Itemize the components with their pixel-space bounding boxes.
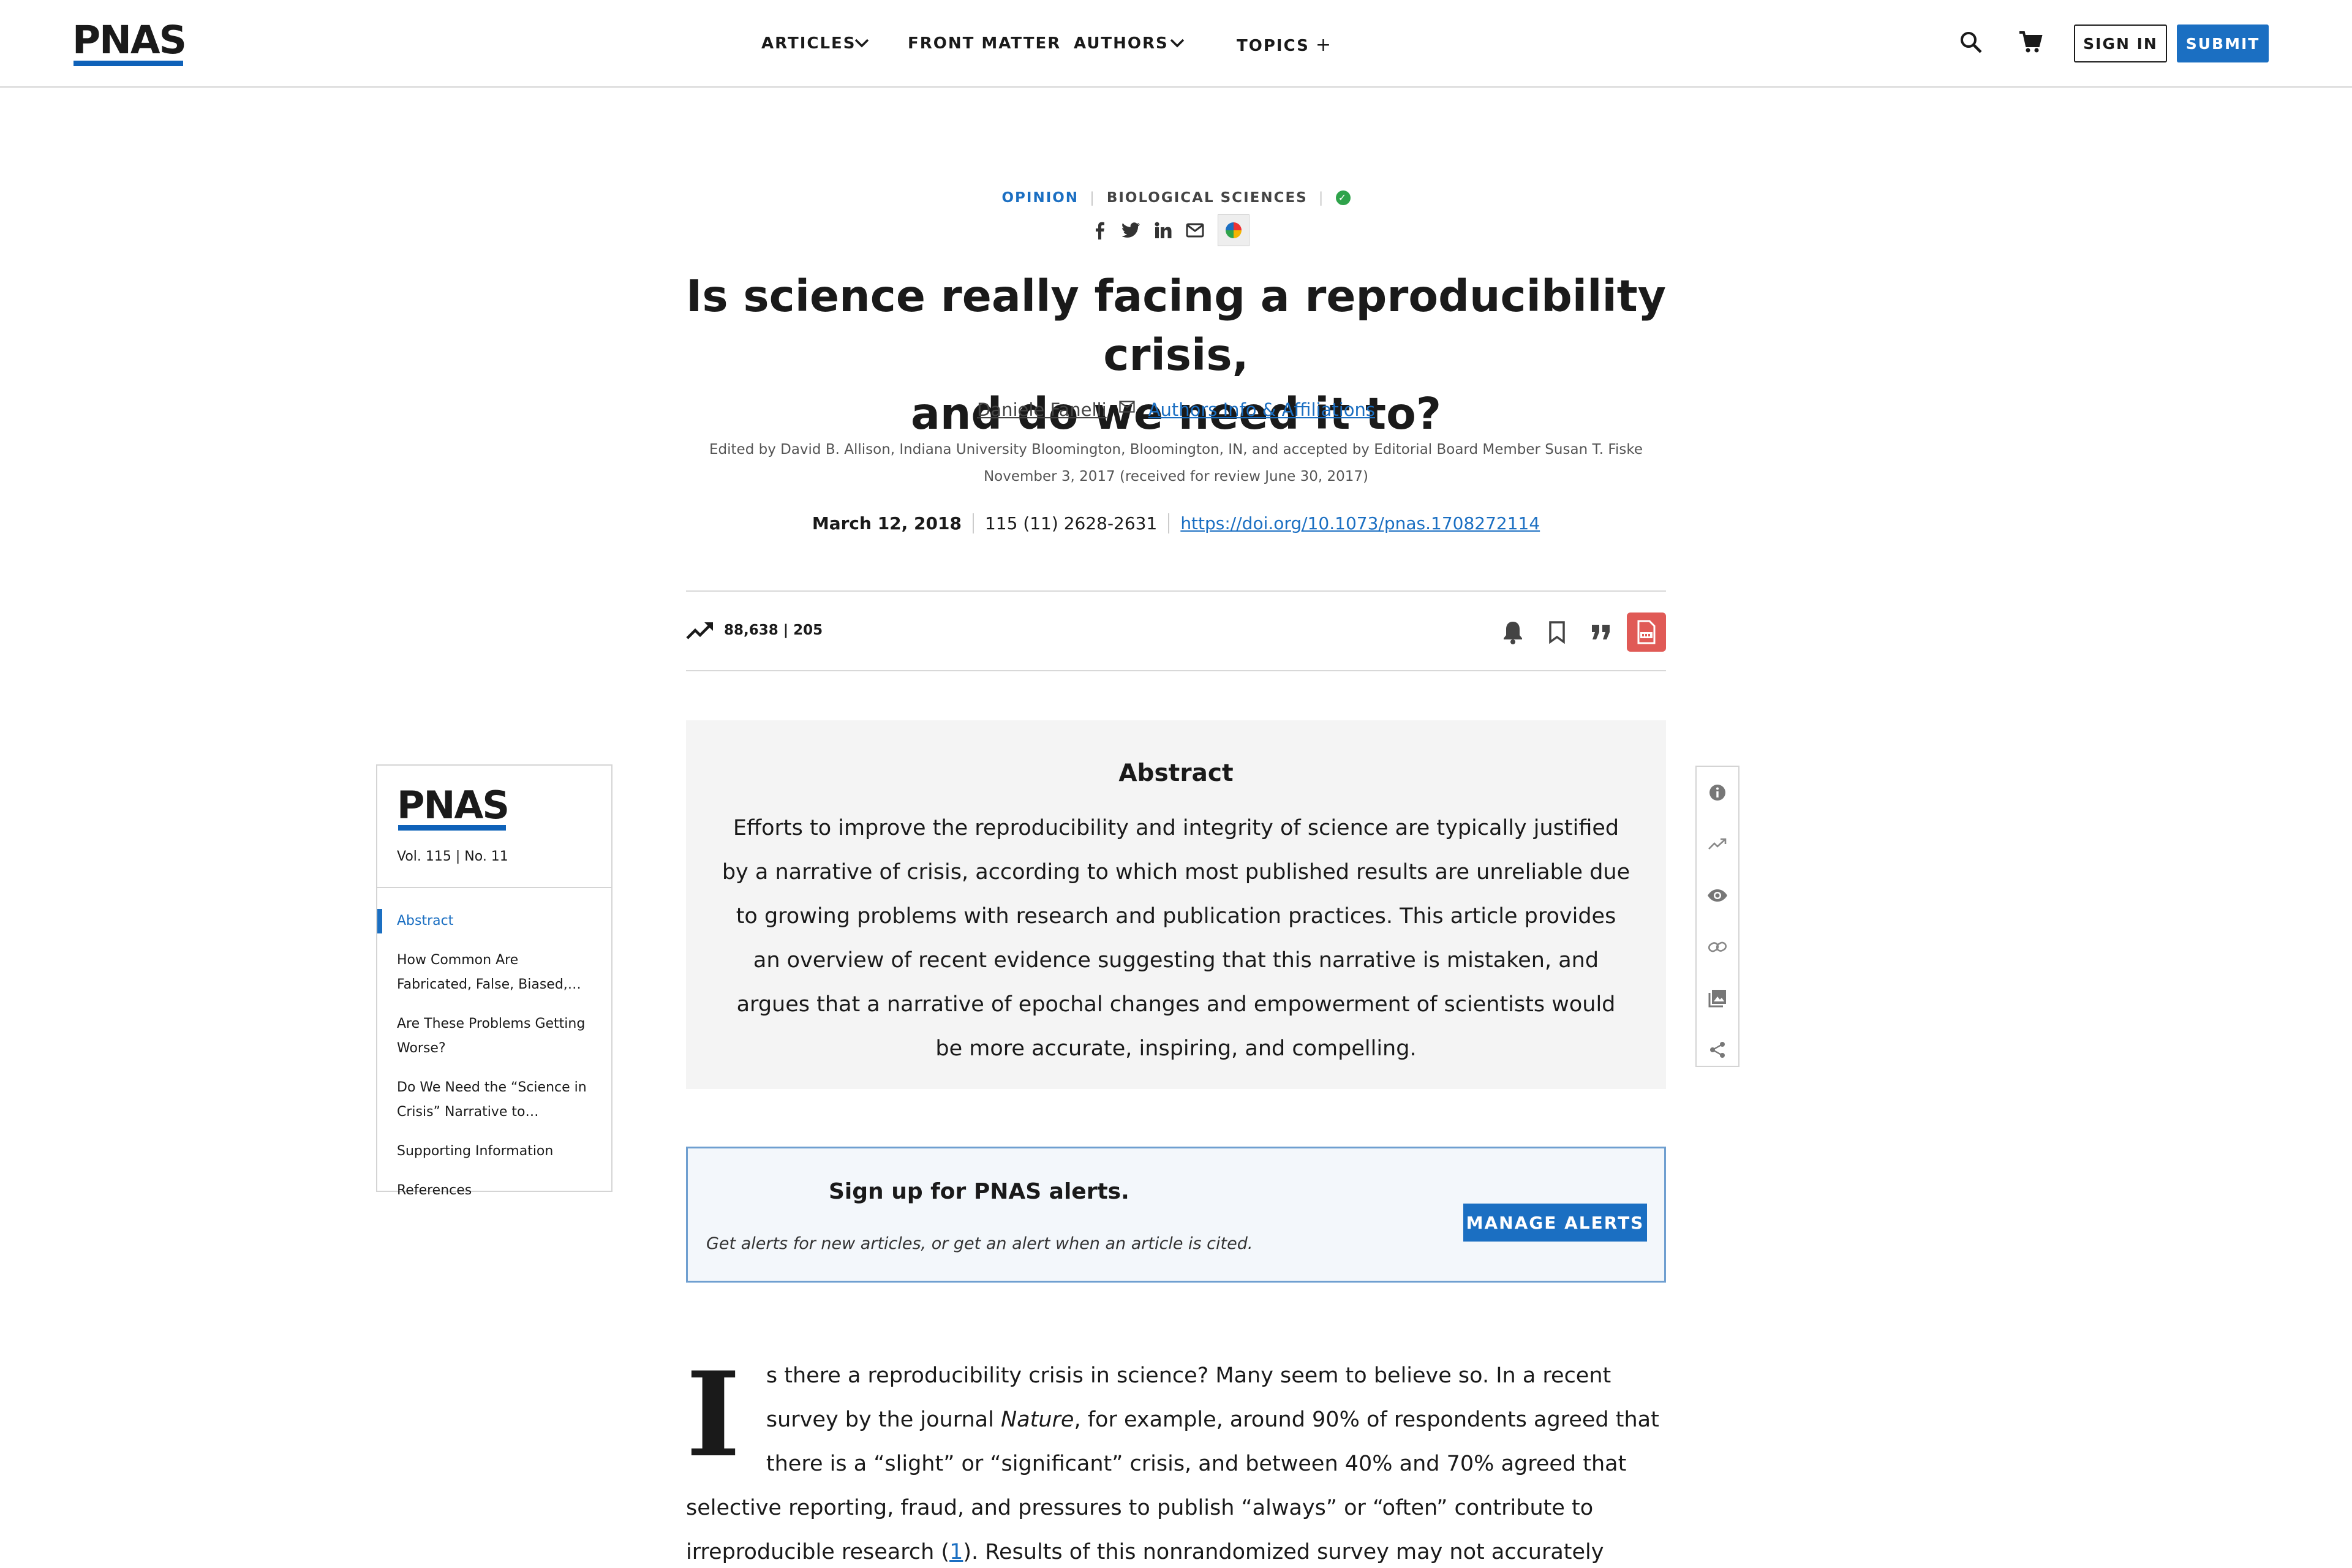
nav-articles[interactable]: ARTICLES [761,34,856,53]
separator: | [1090,190,1096,206]
publication-date: March 12, 2018 [812,513,962,533]
toc-item-references[interactable]: References [377,1171,611,1210]
issue-info[interactable]: Vol. 115 | No. 11 [397,849,508,864]
trending-icon[interactable] [686,619,714,643]
doi-link[interactable]: https://doi.org/10.1073/pnas.1708272114 [1168,513,1540,533]
chevron-down-icon[interactable] [853,36,871,50]
toc-item-abstract[interactable]: Abstract [377,902,611,941]
toc-item-label: Supporting Information [397,1144,554,1159]
nav-authors[interactable]: AUTHORS [1074,34,1169,53]
publication-info: March 12, 2018 115 (11) 2628-2631 https:… [796,513,1556,533]
email-icon[interactable] [1186,221,1204,239]
bell-icon[interactable] [1496,615,1530,649]
journal-name: Nature [1000,1408,1074,1432]
category-opinion[interactable]: OPINION [1001,190,1079,206]
alerts-signup-box: Sign up for PNAS alerts. Get alerts for … [686,1147,1666,1283]
alerts-description: Get alerts for new articles, or get an a… [706,1234,1253,1253]
authors-info-link[interactable]: Authors Info & Affiliations [1148,399,1375,420]
toc-item-getting-worse[interactable]: Are These Problems Getting Worse? [377,1005,611,1068]
share-icon[interactable] [1697,1024,1738,1076]
bookmark-icon[interactable] [1540,615,1574,649]
nav-topics[interactable]: TOPICS + [1237,34,1332,56]
quote-icon[interactable] [1584,615,1618,649]
toc-item-fabricated[interactable]: How Common Are Fabricated, False, Biased… [377,941,611,1005]
check-icon: ✓ [1335,190,1351,205]
divider [377,887,611,888]
article-tools-panel [1695,766,1740,1067]
manage-alerts-button[interactable]: MANAGE ALERTS [1463,1204,1647,1242]
logo-text: PNAS [397,783,510,827]
abstract-text: Efforts to improve the reproducibility a… [722,816,1630,1061]
toc-item-label: How Common Are Fabricated, False, Biased… [397,952,581,992]
images-icon[interactable] [1697,973,1738,1024]
edited-by-note: Edited by David B. Allison, Indiana Univ… [709,442,1643,484]
toc-item-label: Do We Need the “Science in Crisis” Narra… [397,1080,587,1120]
article-metrics-bar: 88,638 | 205 [686,590,1666,671]
link-icon[interactable] [1697,921,1738,973]
submit-button[interactable]: SUBMIT [2177,24,2269,62]
plus-icon: + [1315,34,1332,56]
reference-link[interactable]: 1 [949,1540,963,1564]
pdf-icon[interactable] [1627,612,1666,652]
article-body-paragraph: Is there a reproducibility crisis in sci… [686,1354,1666,1568]
logo-underline [74,61,184,66]
toc-item-crisis-narrative[interactable]: Do We Need the “Science in Crisis” Narra… [377,1068,611,1132]
search-icon[interactable] [1956,27,1986,58]
toc-item-label: Are These Problems Getting Worse? [397,1016,586,1056]
nav-front-matter[interactable]: FRONT MATTER [908,34,1061,53]
linkedin-icon[interactable] [1154,221,1172,239]
chevron-down-icon[interactable] [1168,36,1186,50]
logo-text: PNAS [72,18,187,62]
info-icon[interactable] [1697,767,1738,818]
facebook-icon[interactable] [1090,221,1109,239]
trending-icon[interactable] [1697,818,1738,870]
toc-item-supporting-information[interactable]: Supporting Information [377,1132,611,1171]
volume-pages: 115 (11) 2628-2631 [972,513,1168,533]
toc-item-label: Abstract [397,913,454,929]
sign-in-button[interactable]: SIGN IN [2074,24,2167,62]
drop-cap: I [686,1346,741,1483]
logo-underline [398,825,506,831]
email-icon[interactable] [1119,396,1136,413]
article-title-line-1: Is science really facing a reproducibili… [685,271,1667,380]
article-category-line: OPINION | BIOLOGICAL SCIENCES | ✓ [992,190,1360,206]
share-links [1090,214,1250,246]
crossmark-icon [1226,222,1242,238]
eye-icon[interactable] [1697,870,1738,921]
toc-list: Abstract How Common Are Fabricated, Fals… [377,902,611,1210]
table-of-contents-panel: PNAS Vol. 115 | No. 11 Abstract How Comm… [376,764,612,1198]
abstract-section: Abstract Efforts to improve the reproduc… [686,720,1666,1089]
separator: | [1318,190,1325,206]
author-line: Daniele Fanelli Authors Info & Affiliati… [796,399,1556,420]
twitter-icon[interactable] [1122,221,1140,239]
toc-item-label: References [397,1183,472,1198]
author-link[interactable]: Daniele Fanelli [977,399,1107,420]
crossmark-badge[interactable] [1218,214,1250,246]
abstract-heading: Abstract [1118,760,1234,787]
category-subject[interactable]: BIOLOGICAL SCIENCES [1107,190,1308,206]
pnas-logo[interactable]: PNAS [72,18,187,66]
cart-icon[interactable] [2015,27,2046,58]
nav-topics-label: TOPICS [1237,37,1310,55]
pnas-logo[interactable]: PNAS [397,783,510,831]
top-navigation-bar: PNAS ARTICLES FRONT MATTER AUTHORS TOPIC… [0,0,2352,88]
metrics-counts[interactable]: 88,638 | 205 [724,622,823,638]
alerts-heading: Sign up for PNAS alerts. [829,1179,1129,1204]
